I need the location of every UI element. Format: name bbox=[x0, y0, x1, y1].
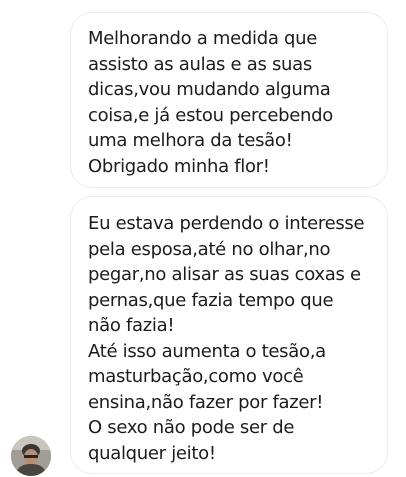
sender-avatar[interactable] bbox=[11, 436, 51, 476]
received-message-bubble[interactable]: Melhorando a medida que assisto as aulas… bbox=[70, 12, 388, 188]
received-message-bubble[interactable]: Eu estava perdendo o interesse pela espo… bbox=[70, 196, 388, 474]
avatar-photo-icon bbox=[11, 436, 51, 476]
